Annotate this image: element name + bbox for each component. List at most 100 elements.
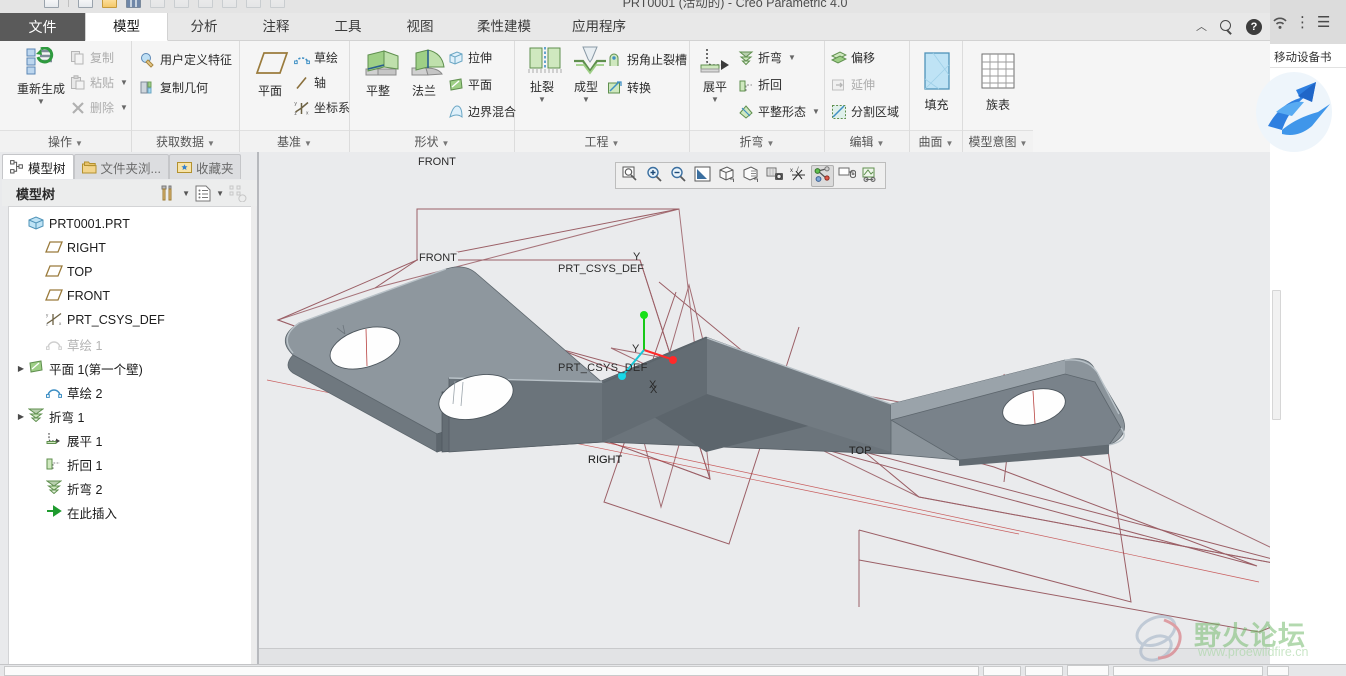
browser-scrollbar-thumb[interactable] — [1272, 290, 1281, 420]
tree-item-sketch-2[interactable]: 草绘 2 — [9, 380, 253, 404]
tree-item-part[interactable]: PRT0001.PRT — [9, 212, 253, 236]
tree-item-planar-wall-1[interactable]: ▶ 平面 1(第一个壁) — [9, 356, 253, 380]
unbend-button[interactable]: 展平 ▼ — [692, 45, 738, 104]
sheet-metal-model-render[interactable]: FRONT PRT_CSYS_DEF RIGHT TOP Y X — [259, 152, 1270, 648]
navigator-tools: ▼ ▼ — [159, 184, 247, 202]
model-tree[interactable]: PRT0001.PRT RIGHT TOP FRONT y z x PRT_CS… — [8, 206, 254, 676]
ribbon-group-label-datum[interactable]: 基准 ▼ — [240, 130, 349, 152]
tree-item-unbend-1[interactable]: 展平 1 — [9, 428, 253, 452]
part-icon — [27, 215, 45, 233]
regenerate-button[interactable]: 重新生成 ▼ — [10, 46, 72, 106]
chevron-down-icon[interactable]: ▼ — [182, 189, 190, 198]
flat-pattern-button[interactable]: 平整形态 ▼ — [738, 101, 820, 122]
boundary-blend-button[interactable]: 边界混合 — [448, 101, 516, 122]
extend-button: 延伸 — [831, 74, 875, 95]
display-list-icon[interactable] — [195, 185, 211, 202]
chevron-down-icon[interactable]: ▼ — [692, 96, 738, 104]
chevron-down-icon[interactable]: ▼ — [788, 53, 796, 62]
tab-view[interactable]: 视图 — [384, 13, 456, 41]
navtab-favorites[interactable]: 收藏夹 — [168, 154, 242, 179]
save-icon[interactable] — [78, 0, 93, 8]
form-button[interactable]: 成型 ▼ — [563, 45, 609, 104]
navtab-model-tree[interactable]: 模型树 — [2, 154, 74, 179]
axis-button[interactable]: 轴 — [294, 72, 326, 93]
browser-bookmark-item[interactable]: 移动设备书 — [1266, 46, 1346, 68]
ribbon-group-operations: 重新生成 ▼ 复制 粘贴 ▼ 删除 ▼ 操作 ▼ — [0, 41, 132, 152]
search-icon[interactable] — [1219, 19, 1234, 35]
navtab-folder-browser-label: 文件夹浏... — [100, 161, 161, 176]
sketch-button[interactable]: 草绘 — [294, 47, 338, 68]
tab-applications[interactable]: 应用程序 — [552, 13, 646, 41]
tab-tools[interactable]: 工具 — [312, 13, 384, 41]
copy-geometry-button[interactable]: 复制几何 — [140, 77, 208, 98]
chevron-down-icon[interactable]: ▼ — [563, 96, 609, 104]
status-cell-3[interactable] — [1067, 665, 1109, 676]
tab-analysis[interactable]: 分析 — [168, 13, 240, 41]
bend-back-button[interactable]: 折回 — [738, 74, 782, 95]
ribbon-group-label-surface[interactable]: 曲面 ▼ — [910, 130, 962, 152]
bend-button[interactable]: 折弯 ▼ — [738, 47, 796, 68]
ribbon-group-label-edit[interactable]: 编辑 ▼ — [825, 130, 909, 152]
fill-button[interactable]: 填充 — [910, 51, 963, 113]
tree-expander[interactable]: ▶ — [15, 412, 27, 421]
rip-button[interactable]: 扯裂 ▼ — [519, 45, 565, 104]
model-tree-scrollbar[interactable] — [251, 206, 256, 676]
settings-tools-icon[interactable] — [159, 184, 177, 202]
chevron-up-icon[interactable]: ︿ — [1196, 18, 1207, 34]
status-cell-4[interactable] — [1267, 665, 1289, 676]
status-cell-1[interactable] — [983, 665, 1021, 676]
tree-item-bend-2[interactable]: 折弯 2 — [9, 476, 253, 500]
tree-item-top[interactable]: TOP — [9, 260, 253, 284]
tree-item-front[interactable]: FRONT — [9, 284, 253, 308]
split-area-button[interactable]: 分割区域 — [831, 101, 899, 122]
tree-item-bend-back-1[interactable]: 折回 1 — [9, 452, 253, 476]
ribbon-group-label-get-data[interactable]: 获取数据 ▼ — [132, 130, 239, 152]
tab-flexible-modeling[interactable]: 柔性建模 — [456, 13, 552, 41]
bend-icon — [738, 50, 754, 66]
family-table-button[interactable]: 族表 — [970, 51, 1026, 113]
chevron-down-icon[interactable]: ▼ — [519, 96, 565, 104]
tree-expander[interactable]: ▶ — [15, 364, 27, 373]
window-list-icon[interactable] — [126, 0, 141, 8]
extrude-button[interactable]: 拉伸 — [448, 47, 492, 68]
coordinate-system-button[interactable]: yzx 坐标系 — [294, 97, 350, 118]
ribbon-group-label-model-intent[interactable]: 模型意图 ▼ — [963, 130, 1033, 152]
open-folder-icon[interactable] — [102, 0, 117, 8]
datum-plane-button[interactable]: 平面 — [246, 49, 294, 99]
tab-file[interactable]: 文件 — [0, 13, 85, 41]
chevron-down-icon[interactable]: ▼ — [812, 107, 820, 116]
tab-model[interactable]: 模型 — [85, 13, 168, 41]
more-vertical-icon[interactable]: ⋮ — [1295, 15, 1310, 30]
user-defined-feature-button[interactable]: 用户定义特征 — [140, 49, 232, 70]
tree-item-csys[interactable]: yzx PRT_CSYS_DEF — [9, 308, 253, 332]
flange-wall-button[interactable]: 法兰 — [400, 47, 448, 99]
ribbon-group-label-operations[interactable]: 操作 ▼ — [0, 130, 131, 152]
tree-item-insert-here[interactable]: 在此插入 — [9, 500, 253, 524]
navtab-folder-browser[interactable]: 文件夹浏... — [73, 154, 169, 179]
status-selection-filter[interactable] — [1113, 665, 1263, 676]
menu-icon[interactable]: ☰ — [1317, 15, 1330, 30]
offset-button[interactable]: 偏移 — [830, 47, 875, 68]
model-tree-icon — [10, 160, 24, 174]
chevron-down-icon[interactable]: ▼ — [216, 189, 224, 198]
wifi-icon[interactable] — [1272, 16, 1288, 30]
graphics-viewport[interactable]: x / FRONT PRT_CSYS_DEF RIGHT TOP Y X FRO… — [259, 152, 1270, 648]
ribbon-group-label-bend[interactable]: 折弯 ▼ — [690, 130, 824, 152]
tree-item-bend-1[interactable]: ▶ 折弯 1 — [9, 404, 253, 428]
tree-item-right[interactable]: RIGHT — [9, 236, 253, 260]
convert-button[interactable]: 转换 — [607, 77, 651, 98]
tree-filter-icon — [229, 185, 247, 202]
new-file-icon[interactable] — [44, 0, 59, 8]
chevron-down-icon[interactable]: ▼ — [10, 98, 72, 106]
ribbon-group-label-shapes[interactable]: 形状 ▼ — [350, 130, 514, 152]
planar-wall-button[interactable]: 平整 — [354, 47, 402, 99]
form-label: 成型 — [573, 80, 598, 94]
bend-back-icon — [45, 456, 63, 473]
ribbon-group-label-engineering[interactable]: 工程 ▼ — [515, 130, 689, 152]
tab-annotate[interactable]: 注释 — [240, 13, 312, 41]
corner-relief-button[interactable]: 拐角止裂槽 — [607, 49, 687, 70]
flat-surface-button[interactable]: 平面 — [448, 74, 492, 95]
status-cell-2[interactable] — [1025, 665, 1063, 676]
help-icon[interactable]: ? — [1246, 19, 1262, 35]
tree-item-sketch-1[interactable]: 草绘 1 — [9, 332, 253, 356]
